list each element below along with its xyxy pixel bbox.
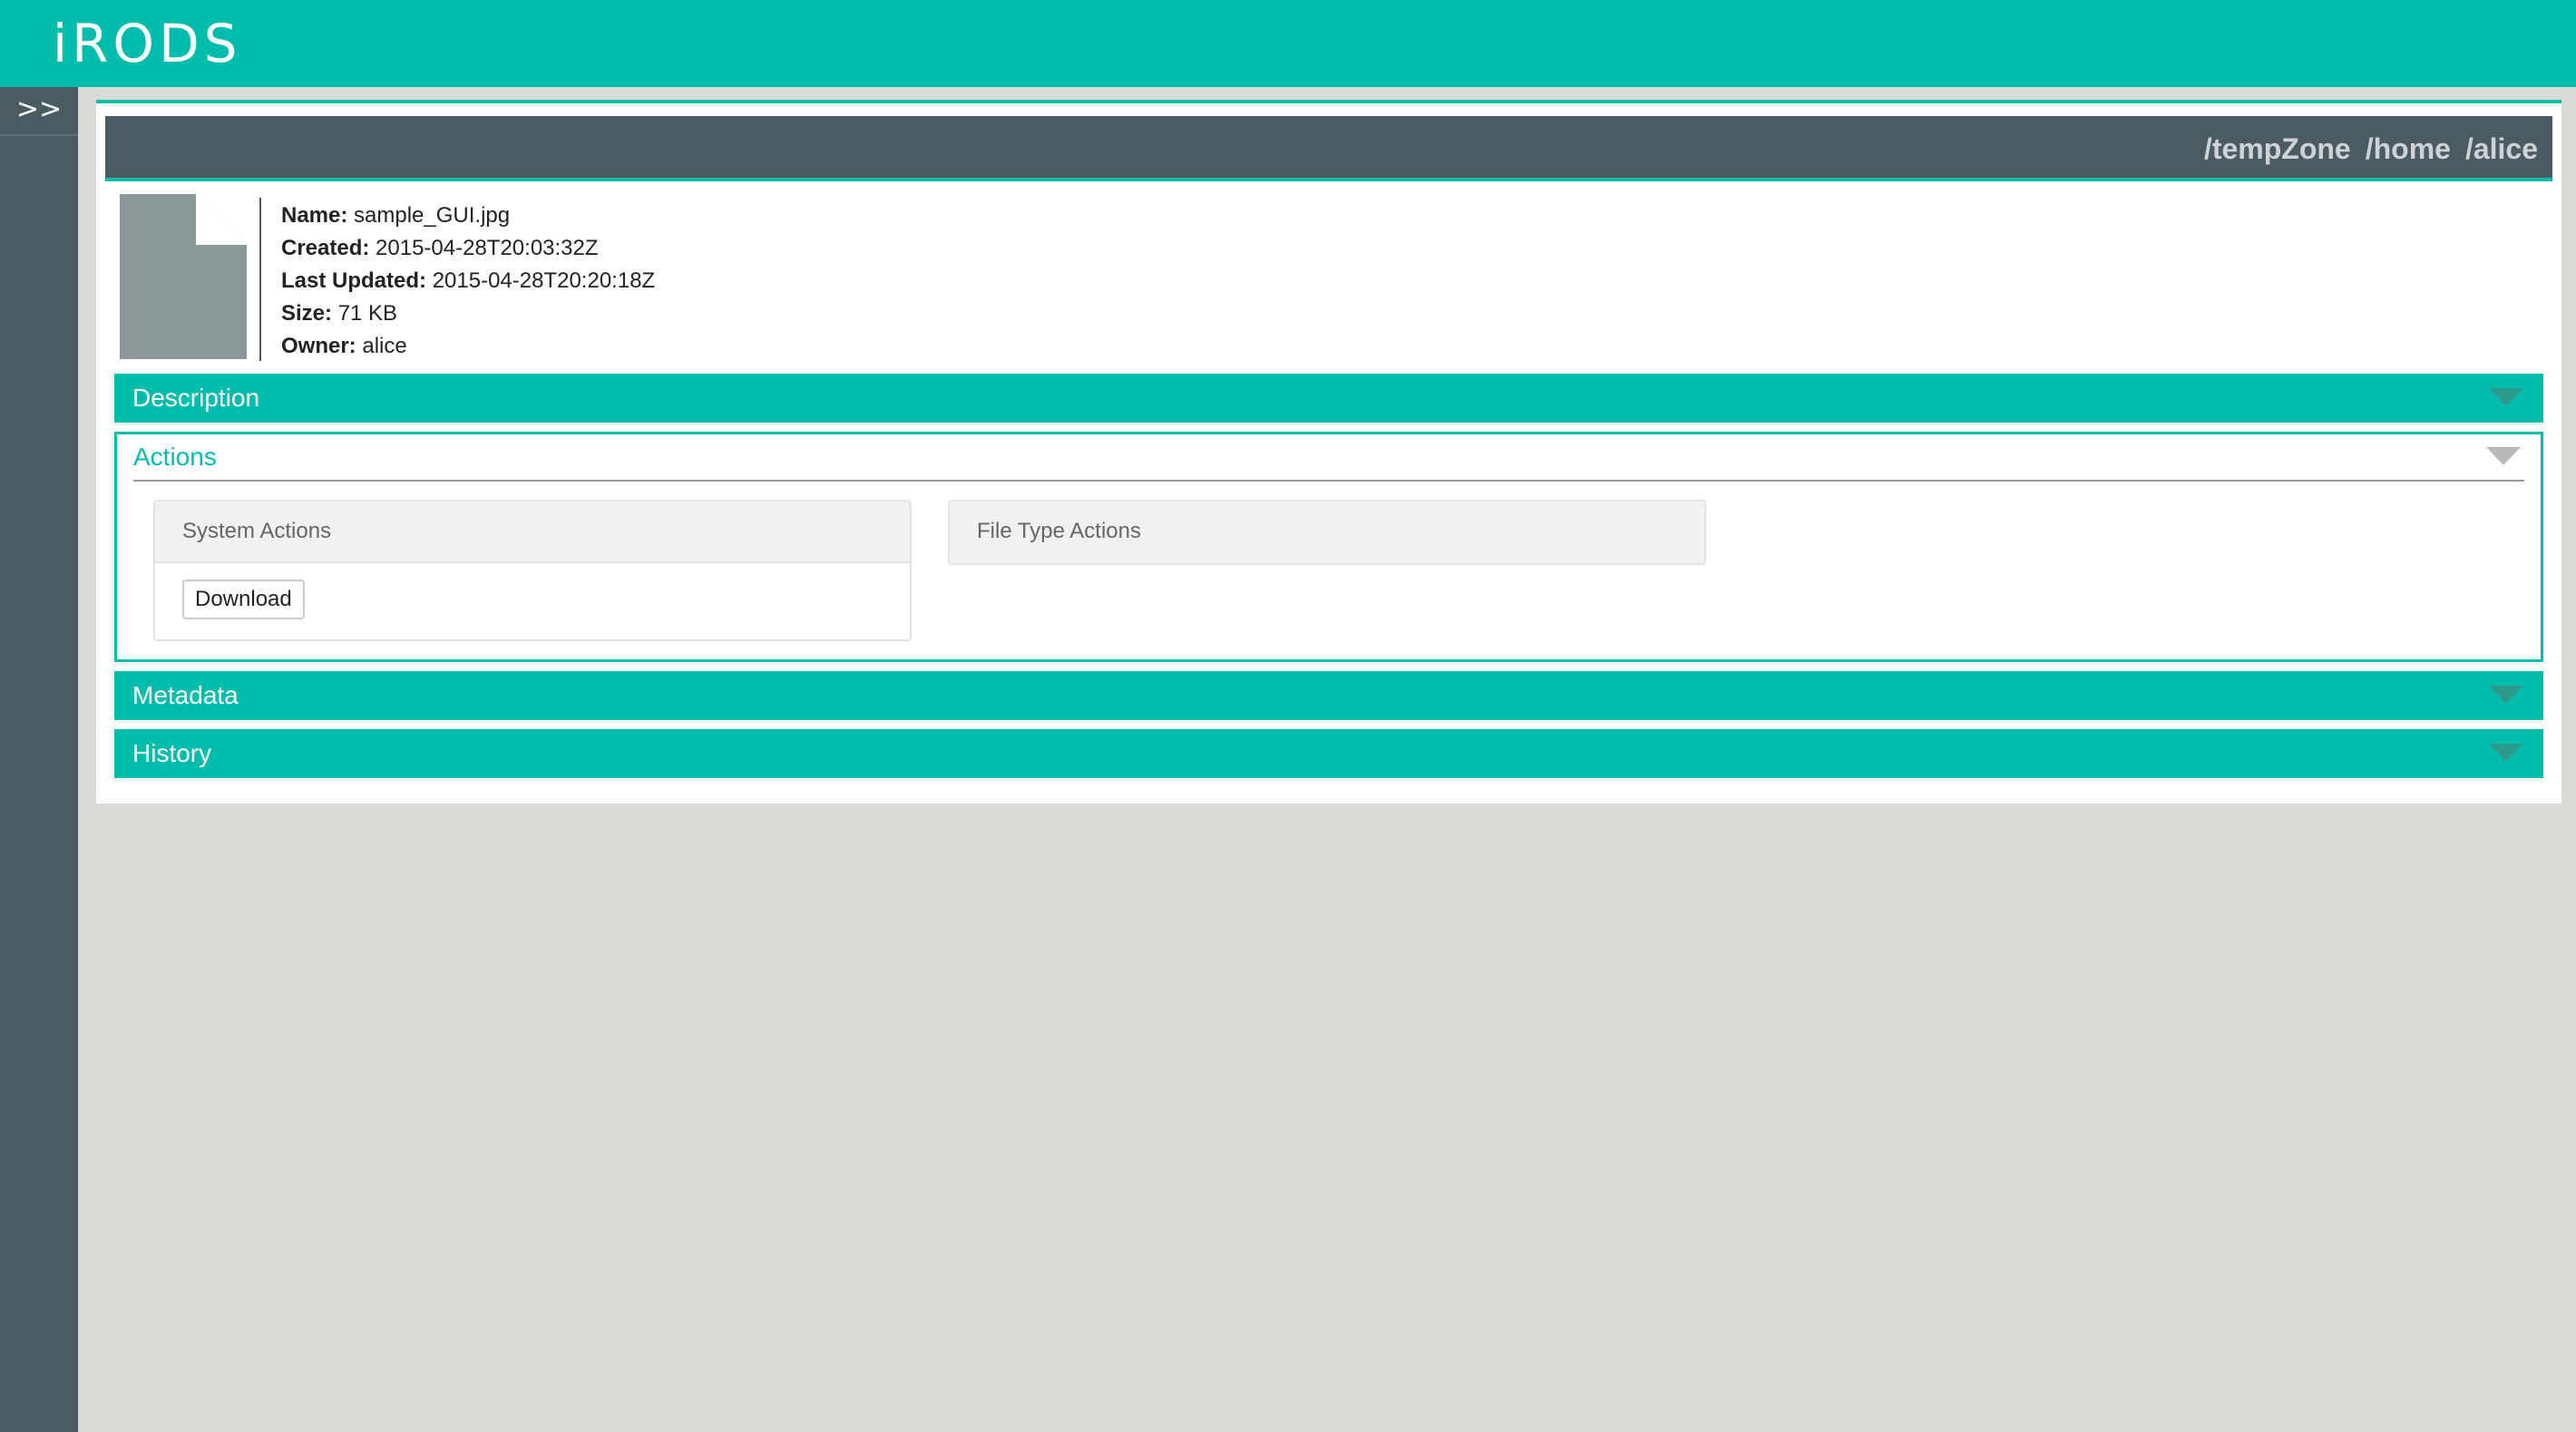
chevron-down-icon (2489, 686, 2523, 704)
irods-logo[interactable]: iRODS (53, 15, 242, 73)
file-updated-value: 2015-04-28T20:20:18Z (432, 268, 656, 293)
system-actions-card: System Actions Download (153, 500, 912, 641)
description-title: Description (132, 384, 260, 412)
history-section-header[interactable]: History (114, 729, 2543, 778)
metadata-section-header[interactable]: Metadata (114, 671, 2543, 720)
file-type-actions-card: File Type Actions (948, 500, 1706, 565)
download-button[interactable]: Download (182, 580, 305, 619)
file-updated-label: Last Updated: (281, 268, 427, 293)
file-owner-label: Owner: (281, 334, 356, 358)
top-bar: iRODS (0, 0, 2576, 87)
file-info: Name: sample_GUI.jpg Created: 2015-04-28… (120, 194, 1390, 366)
sidebar-toggle-button[interactable]: >> (0, 87, 78, 136)
file-created-value: 2015-04-28T20:03:32Z (376, 236, 599, 260)
file-name-value: sample_GUI.jpg (354, 203, 511, 228)
history-title: History (132, 739, 212, 767)
chevron-down-icon (2489, 744, 2523, 762)
sidebar: >> (0, 87, 78, 1432)
breadcrumb-item-alice[interactable]: /alice (2465, 132, 2538, 165)
file-updated-row: Last Updated: 2015-04-28T20:20:18Z (281, 265, 655, 297)
system-actions-body: Download (155, 563, 910, 639)
actions-section: Actions System Actions Download File Typ… (114, 432, 2543, 662)
file-owner-value: alice (362, 334, 407, 358)
file-size-value: 71 KB (337, 301, 398, 326)
file-created-row: Created: 2015-04-28T20:03:32Z (281, 232, 655, 265)
file-properties: Name: sample_GUI.jpg Created: 2015-04-28… (281, 200, 655, 363)
actions-section-header[interactable]: Actions (133, 434, 217, 480)
info-divider (259, 198, 261, 361)
file-name-label: Name: (281, 203, 348, 228)
file-owner-row: Owner: alice (281, 330, 655, 363)
file-type-actions-title: File Type Actions (950, 502, 1704, 563)
file-detail-panel: /tempZone/home/alice Name: sample_GUI.jp… (96, 100, 2561, 804)
actions-divider (133, 480, 2524, 482)
breadcrumb-item-home[interactable]: /home (2366, 132, 2451, 165)
metadata-title: Metadata (132, 681, 239, 709)
breadcrumb: /tempZone/home/alice (105, 116, 2552, 181)
file-size-label: Size: (281, 301, 333, 326)
system-actions-title: System Actions (155, 502, 910, 563)
breadcrumb-item-tempzone[interactable]: /tempZone (2204, 132, 2351, 165)
file-name-row: Name: sample_GUI.jpg (281, 200, 655, 232)
file-size-row: Size: 71 KB (281, 297, 655, 330)
chevron-down-icon (2489, 388, 2523, 406)
chevron-down-icon[interactable] (2486, 447, 2521, 465)
document-icon (120, 194, 247, 359)
description-section-header[interactable]: Description (114, 374, 2543, 423)
file-created-label: Created: (281, 236, 370, 260)
